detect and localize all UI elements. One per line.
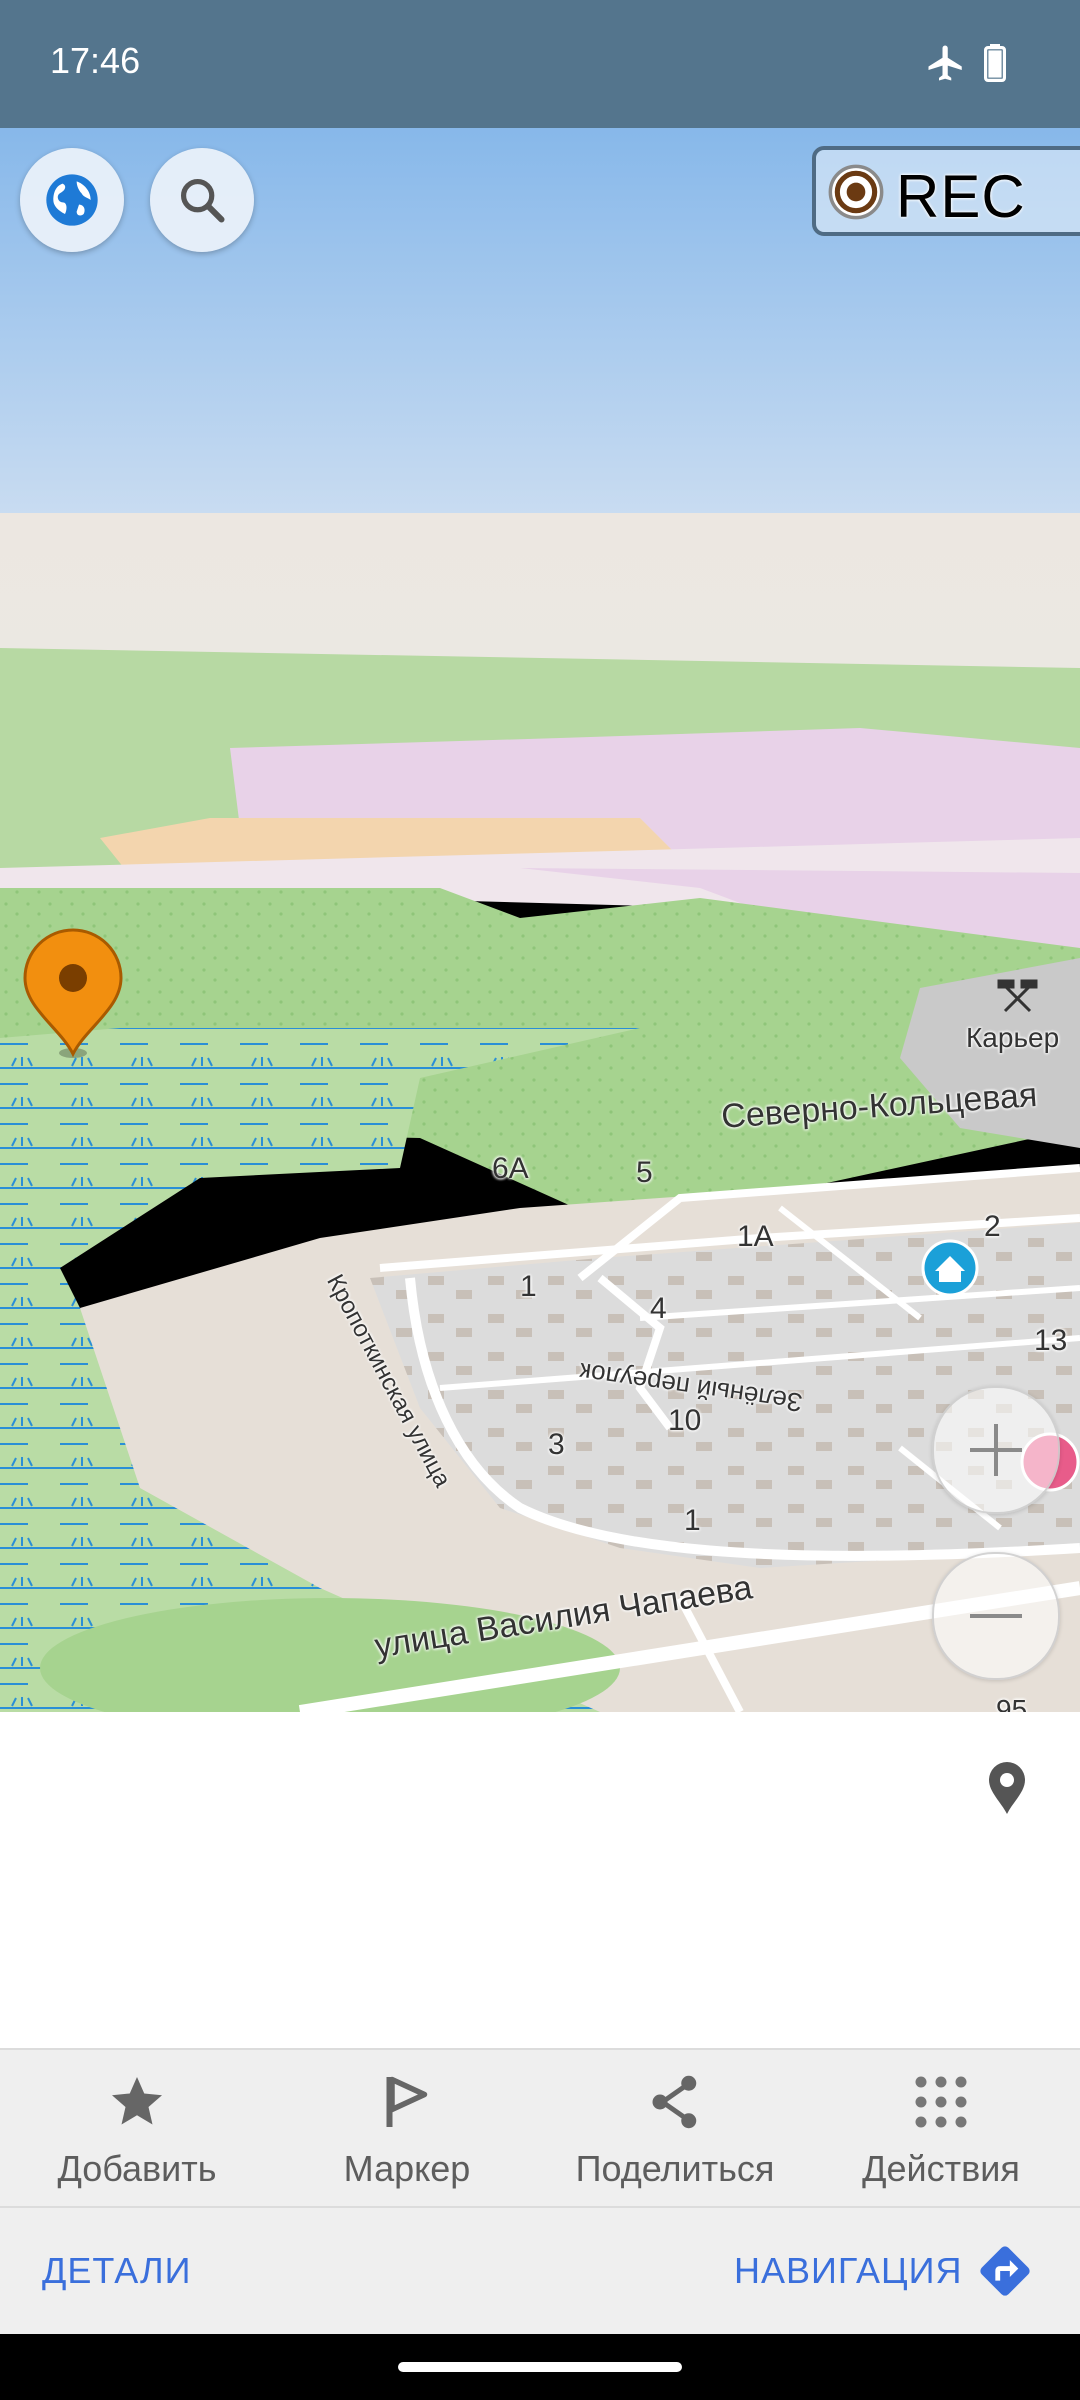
map-source-button[interactable] [20,148,124,252]
marker-button[interactable]: Маркер [272,2064,542,2196]
home-indicator[interactable] [398,2362,682,2372]
search-button[interactable] [150,148,254,252]
house-number: 6А [492,1152,529,1185]
house-number: 1 [520,1270,537,1303]
record-icon [828,164,884,220]
zoom-in-button[interactable] [932,1386,1060,1514]
minus-icon [970,1614,1022,1618]
info-panel [0,1712,1080,2048]
battery-icon [984,44,1006,82]
status-bar [0,0,1080,128]
star-icon [112,2077,162,2125]
quarry-label: Карьер [966,1022,1060,1053]
action-label: Действия [862,2148,1020,2189]
directions-icon[interactable] [976,2242,1034,2300]
flag-icon [386,2076,428,2127]
action-label: Добавить [57,2148,217,2189]
share-button[interactable]: Поделиться [540,2064,810,2196]
airplane-mode-icon [928,45,962,81]
action-label: Поделиться [575,2148,775,2189]
map-canvas[interactable] [0,128,1080,1712]
share-icon [652,2075,697,2129]
action-label: Маркер [343,2148,471,2189]
house-number: 5 [636,1156,653,1189]
record-track-button[interactable]: REC [812,146,1080,236]
house-number: 1А [737,1220,774,1253]
grid-icon [915,2076,967,2128]
house-number: 10 [668,1404,702,1437]
add-favorite-button[interactable]: Добавить [2,2064,272,2196]
status-time: 17:46 [50,40,141,81]
globe-icon [46,174,98,226]
plus-icon [970,1424,1022,1476]
house-number: 2 [984,1210,1001,1243]
house-number: 13 [1034,1324,1068,1357]
house-number: 3 [548,1428,565,1461]
search-icon [180,178,225,223]
house-number: 4 [650,1292,667,1325]
house-number: 1 [684,1504,701,1537]
zoom-out-button[interactable] [932,1552,1060,1680]
map-view[interactable] [0,128,1080,1712]
location-pin-icon[interactable] [983,1760,1031,1816]
navigation-button[interactable]: НАВИГАЦИЯ [734,2250,963,2292]
actions-button[interactable]: Действия [806,2064,1076,2196]
details-button[interactable]: ДЕТАЛИ [42,2250,192,2292]
record-label: REC [896,163,1026,230]
